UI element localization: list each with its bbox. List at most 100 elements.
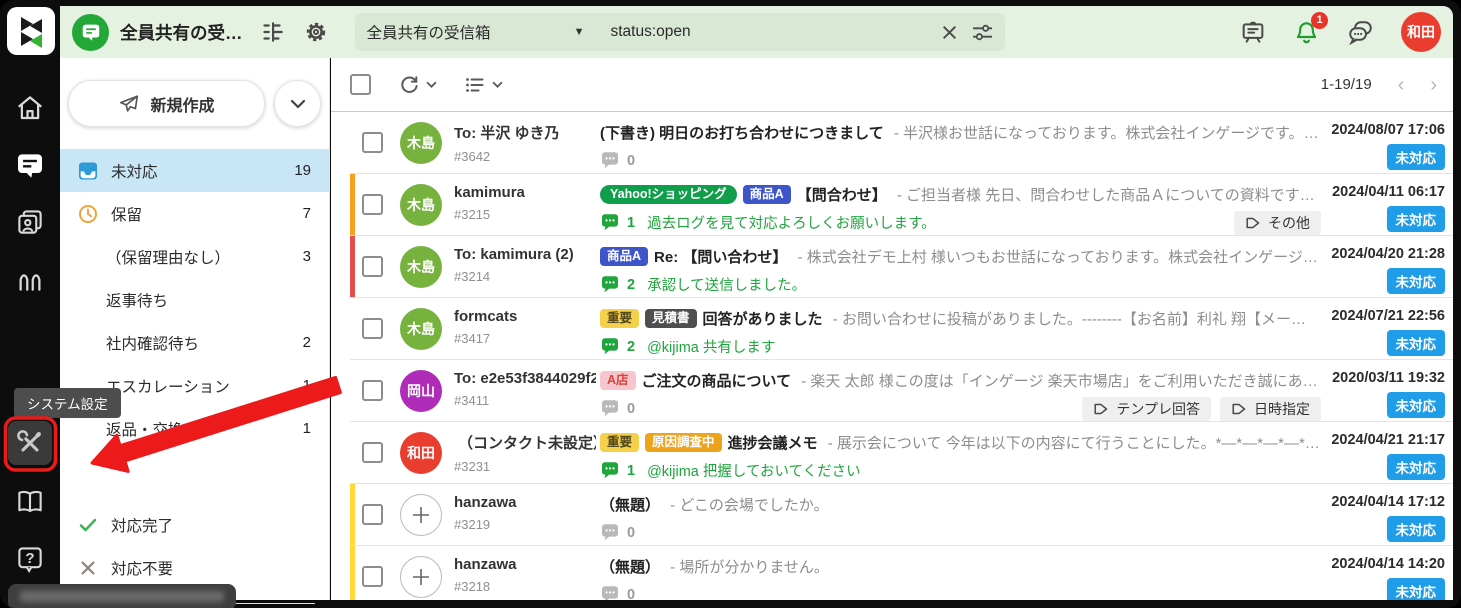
- ticket-content: （無題） - 場所が分かりません。 0: [600, 546, 1321, 600]
- folder-item-1[interactable]: 保留 7: [60, 192, 329, 235]
- chat-bubbles-icon[interactable]: [1346, 18, 1375, 47]
- ticket-row[interactable]: 和田 （コンタクト未設定） #3231 重要原因調査中 進捗会議メモ - 展示会…: [350, 422, 1453, 484]
- status-badge: 未対応: [1387, 268, 1446, 294]
- announcement-board-icon[interactable]: [1239, 18, 1267, 46]
- cross-icon: [78, 558, 98, 578]
- inbox-settings-button[interactable]: [303, 19, 329, 45]
- comment-bubble-icon: [600, 586, 620, 601]
- folder-item-4[interactable]: 社内確認待ち2: [60, 321, 329, 364]
- sidebar-item-system-settings[interactable]: [8, 421, 52, 465]
- notifications-button[interactable]: 1: [1293, 19, 1320, 46]
- comment-bubble-icon: [600, 214, 620, 232]
- search-bar[interactable]: 全員共有の受信箱 ▼ status:open: [355, 13, 1005, 51]
- folder-panel: 新規作成 未対応19 保留7（保留理由なし）3返事待ち社内確認待ち2エスカレーシ…: [60, 58, 330, 600]
- ticket-preview: - どこの会場でしたか。: [666, 494, 829, 515]
- priority-stripe: [350, 546, 355, 600]
- status-badge: 未対応: [1387, 516, 1446, 542]
- ticket-id: #3219: [454, 517, 596, 532]
- ticket-row[interactable]: 岡山 To: e2e53f3844029f2b12e #3411 A店 ご注文の…: [350, 360, 1453, 422]
- ticket-from: formcats: [454, 308, 596, 325]
- ticket-row[interactable]: 木島 formcats #3417 重要見積書 回答がありました - お問い合わ…: [350, 298, 1453, 360]
- ticket-row[interactable]: hanzawa #3219 （無題） - どこの会場でしたか。 0 2024/0…: [350, 484, 1453, 546]
- status-badge: 未対応: [1387, 206, 1446, 232]
- status-item-0[interactable]: 対応完了: [60, 503, 329, 546]
- label-chip[interactable]: 日時指定: [1220, 397, 1321, 421]
- sidebar-item-tickets[interactable]: [8, 143, 52, 187]
- ticket-row[interactable]: 木島 To: 半沢 ゆき乃 #3642 (下書き) 明日のお打ち合わせにつきまし…: [350, 112, 1453, 174]
- ticket-content: （無題） - どこの会場でしたか。 0: [600, 484, 1321, 544]
- ticket-subject: （無題）: [600, 556, 660, 577]
- refresh-button[interactable]: [397, 73, 437, 97]
- ticket-checkbox[interactable]: [362, 318, 383, 339]
- wrench-screwdriver-icon: [16, 429, 44, 457]
- search-scope-dropdown[interactable]: 全員共有の受信箱 ▼: [367, 21, 585, 43]
- folder-count: 7: [303, 205, 311, 222]
- contacts-icon: [15, 207, 45, 237]
- compose-button[interactable]: 新規作成: [68, 80, 265, 127]
- compose-label: 新規作成: [150, 92, 214, 116]
- folder-item-2[interactable]: （保留理由なし）3: [60, 235, 329, 278]
- home-icon: [15, 93, 45, 123]
- ticket-id: #3411: [454, 393, 596, 408]
- label-chip[interactable]: その他: [1234, 211, 1321, 235]
- user-avatar[interactable]: 和田: [1401, 12, 1441, 52]
- ticket-row[interactable]: hanzawa #3218 （無題） - 場所が分かりません。 0 2024/0…: [350, 546, 1453, 600]
- folder-label: 返品・交換: [106, 418, 184, 440]
- label-chip[interactable]: テンプレ回答: [1082, 397, 1211, 421]
- list-view-button[interactable]: [463, 73, 503, 97]
- label-chip-text: 日時指定: [1254, 399, 1310, 419]
- sidebar-item-help[interactable]: ?: [8, 537, 52, 581]
- ticket-from-column: （コンタクト未設定） #3231: [454, 422, 596, 474]
- comment-bubble-icon: [600, 338, 620, 356]
- app-logo[interactable]: [7, 7, 55, 55]
- ticket-checkbox[interactable]: [362, 256, 383, 277]
- ticket-from-text: hanzawa: [454, 556, 517, 573]
- priority-stripe: [350, 174, 355, 235]
- ticket-checkbox[interactable]: [362, 442, 383, 463]
- filter-sliders-icon[interactable]: [972, 23, 993, 42]
- ticket-subject: 進捗会議メモ: [728, 432, 818, 453]
- sidebar-item-contacts[interactable]: [8, 200, 52, 244]
- ticket-row[interactable]: 木島 kamimura #3215 Yahoo!ショッピング商品A 【問合わせ】…: [350, 174, 1453, 236]
- app-window: ? 全員共有の受…: [0, 0, 1461, 608]
- ticket-id: #3231: [454, 459, 596, 474]
- status-badge: 未対応: [1387, 144, 1446, 170]
- ticket-id: #3417: [454, 331, 596, 346]
- select-all-checkbox[interactable]: [350, 74, 371, 95]
- clear-search-icon[interactable]: [941, 24, 958, 41]
- ticket-from-column: kamimura #3215: [454, 174, 596, 222]
- ticket-checkbox[interactable]: [362, 380, 383, 401]
- ticket-row[interactable]: 木島 To: kamimura (2) #3214 商品A Re: 【問い合わせ…: [350, 236, 1453, 298]
- ticket-meta: 2020/03/11 19:32 未対応: [1321, 360, 1445, 418]
- ticket-badge: A店: [600, 371, 636, 391]
- tickets-icon: [14, 149, 46, 181]
- folder-label: 保留: [111, 203, 142, 225]
- ticket-preview: - 半沢様お世話になっております。株式会社インゲージです。明日…: [890, 122, 1321, 143]
- search-query[interactable]: status:open: [611, 23, 691, 41]
- ticket-checkbox[interactable]: [362, 194, 383, 215]
- sidebar-item-manual[interactable]: [8, 480, 52, 524]
- comment-count: 2: [627, 339, 635, 355]
- sidebar-item-home[interactable]: [8, 86, 52, 130]
- folder-item-3[interactable]: 返事待ち: [60, 278, 329, 321]
- label-chip-text: テンプレ回答: [1116, 399, 1200, 419]
- comment-count: 2: [627, 277, 635, 293]
- ticket-badge: 原因調査中: [645, 433, 722, 453]
- ticket-preview: - 展示会について 今年は以下の内容にて行うことにした。*—*—*—*—*—*…: [824, 432, 1321, 453]
- ticket-meta: 2024/04/14 14:20 未対応: [1321, 546, 1445, 600]
- avatar[interactable]: [400, 556, 442, 598]
- sort-tickets-button[interactable]: [259, 19, 285, 45]
- ticket-checkbox[interactable]: [362, 132, 383, 153]
- next-page-button[interactable]: ›: [1430, 75, 1437, 95]
- ticket-checkbox[interactable]: [362, 566, 383, 587]
- sidebar-item-stats[interactable]: [8, 257, 52, 301]
- folder-item-0[interactable]: 未対応19: [60, 149, 329, 192]
- status-item-1[interactable]: 対応不要: [60, 546, 329, 589]
- folder-count: 19: [294, 162, 311, 179]
- ticket-checkbox[interactable]: [362, 504, 383, 525]
- prev-page-button[interactable]: ‹: [1398, 75, 1405, 95]
- folder-item-7[interactable]: [60, 450, 329, 493]
- compose-more-button[interactable]: [274, 80, 321, 127]
- avatar[interactable]: [400, 494, 442, 536]
- ticket-id: #3215: [454, 207, 596, 222]
